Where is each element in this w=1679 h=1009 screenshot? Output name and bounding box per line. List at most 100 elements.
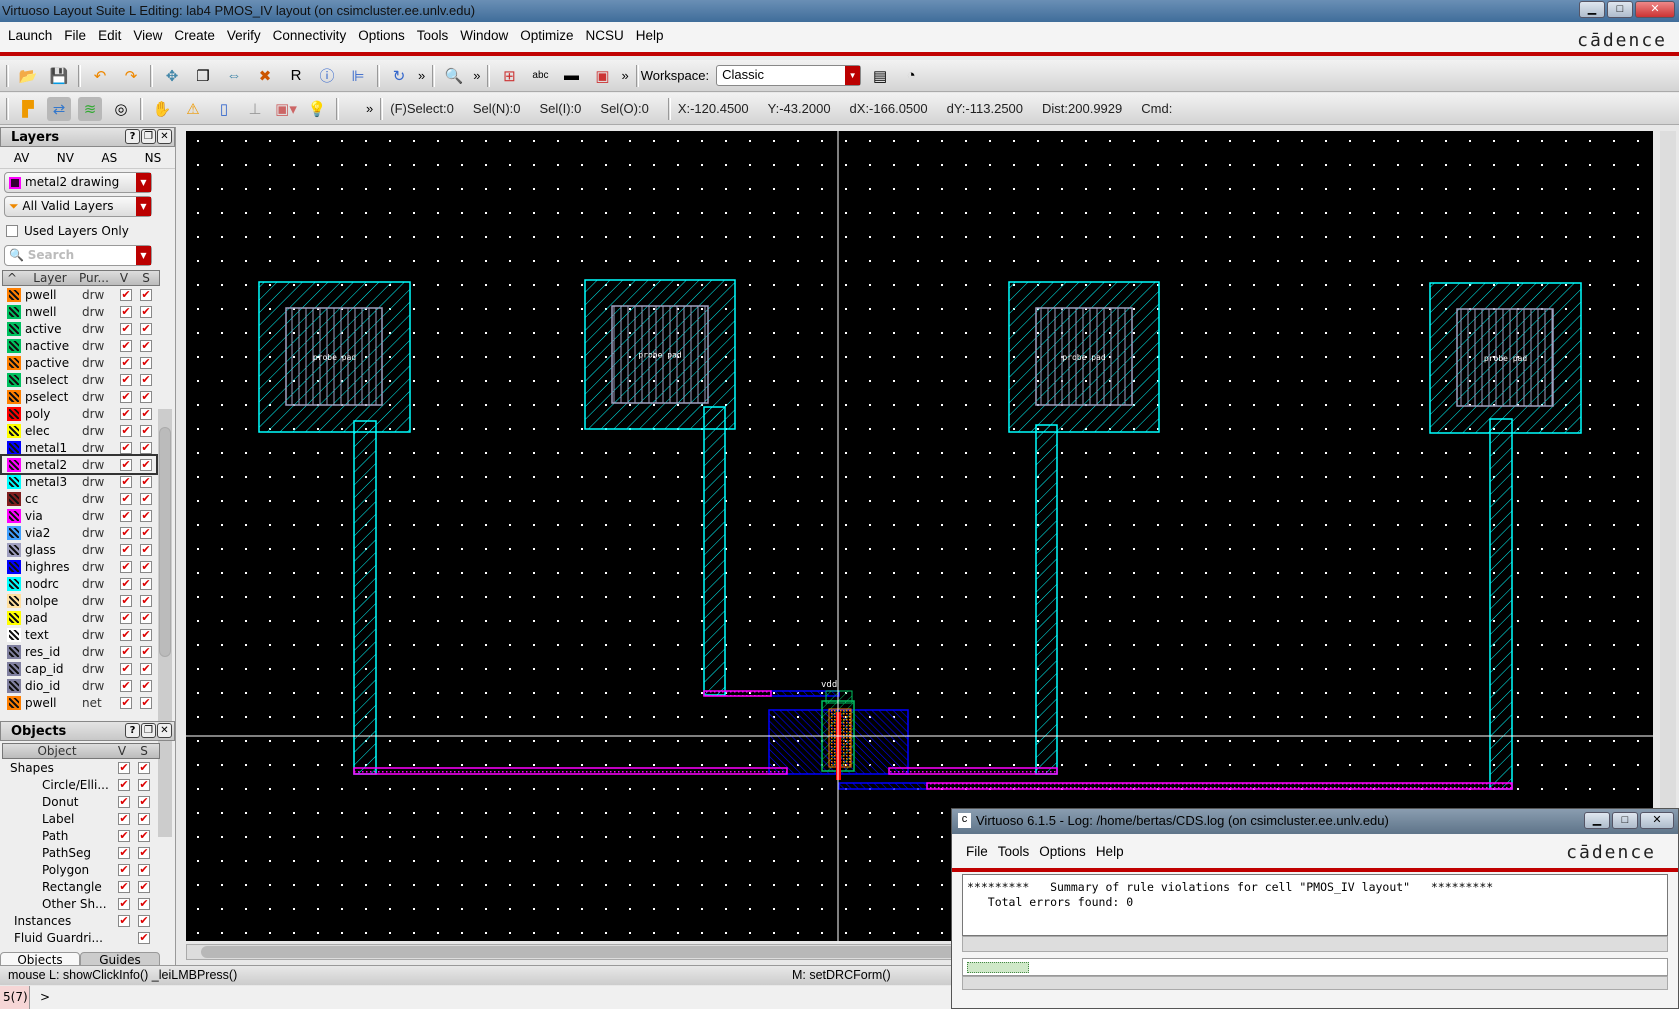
visible-checkbox[interactable]: ✔ <box>120 458 132 471</box>
probe-pad[interactable]: probe pad <box>1008 281 1160 433</box>
visible-checkbox[interactable]: ✔ <box>120 322 132 335</box>
column-purpose[interactable]: Pur... <box>79 271 113 285</box>
layer-row-metal1[interactable]: metal1 drw ✔ ✔ <box>2 439 156 456</box>
object-row[interactable]: Rectangle ✔ ✔ <box>2 878 156 895</box>
selectable-checkbox[interactable]: ✔ <box>140 560 152 573</box>
log-menu-options[interactable]: Options <box>1039 844 1086 859</box>
layer-row-dio_id[interactable]: dio_id drw ✔ ✔ <box>2 677 156 694</box>
copy-icon[interactable]: ❐ <box>191 64 215 88</box>
selectable-checkbox[interactable]: ✔ <box>140 458 152 471</box>
selectable-checkbox[interactable]: ✔ <box>138 897 150 910</box>
object-row[interactable]: Path ✔ ✔ <box>2 827 156 844</box>
visible-checkbox[interactable]: ✔ <box>120 441 132 454</box>
probe-icon[interactable]: ▬ <box>559 64 583 88</box>
undo-icon[interactable]: ↶ <box>88 64 112 88</box>
more-button[interactable]: » <box>366 101 373 116</box>
column-selectable[interactable]: S <box>135 271 157 285</box>
visible-checkbox[interactable]: ✔ <box>118 897 130 910</box>
selectable-checkbox[interactable]: ✔ <box>140 679 152 692</box>
visible-checkbox[interactable]: ✔ <box>118 846 130 859</box>
selectable-checkbox[interactable]: ✔ <box>140 322 152 335</box>
visible-checkbox[interactable]: ✔ <box>118 812 130 825</box>
visible-checkbox[interactable]: ✔ <box>118 880 130 893</box>
layer-row-elec[interactable]: elec drw ✔ ✔ <box>2 422 156 439</box>
visible-checkbox[interactable]: ✔ <box>120 679 132 692</box>
visible-checkbox[interactable]: ✔ <box>120 407 132 420</box>
visible-checkbox[interactable]: ✔ <box>120 373 132 386</box>
column-object[interactable]: Object <box>3 744 111 758</box>
visible-checkbox[interactable]: ✔ <box>120 645 132 658</box>
probe-pad[interactable]: probe pad <box>258 281 411 433</box>
selectable-checkbox[interactable]: ✔ <box>140 492 152 505</box>
stretch-icon[interactable]: ⇔ <box>222 64 246 88</box>
minimize-button[interactable]: ▁ <box>1579 1 1605 18</box>
selectable-checkbox[interactable]: ✔ <box>140 611 152 624</box>
object-row[interactable]: Donut ✔ ✔ <box>2 793 156 810</box>
stop-icon[interactable]: ✋ <box>150 97 174 121</box>
column-layer[interactable]: Layer <box>21 271 79 285</box>
selectable-checkbox[interactable]: ✔ <box>140 696 152 709</box>
workspace-select[interactable]: Classic ▼ <box>716 65 862 86</box>
delete-workspace-icon[interactable]: ◔ <box>899 64 923 88</box>
close-icon[interactable]: ✕ <box>157 723 172 738</box>
layer-search-input[interactable]: 🔍 Search ▼ <box>4 245 152 266</box>
close-button[interactable]: ✕ <box>1635 1 1675 18</box>
menu-view[interactable]: View <box>133 28 162 43</box>
selectable-checkbox[interactable]: ✔ <box>140 594 152 607</box>
log-input-scrollbar[interactable] <box>962 976 1668 990</box>
highlight-icon[interactable]: ▣▾ <box>274 97 298 121</box>
selectable-checkbox[interactable]: ✔ <box>140 662 152 675</box>
layer-row-nselect[interactable]: nselect drw ✔ ✔ <box>2 371 156 388</box>
object-row[interactable]: Polygon ✔ ✔ <box>2 861 156 878</box>
visible-checkbox[interactable]: ✔ <box>120 543 132 556</box>
label-icon[interactable]: abc <box>528 64 552 88</box>
object-row[interactable]: Shapes ✔ ✔ <box>2 759 156 776</box>
selectable-checkbox[interactable]: ✔ <box>138 761 150 774</box>
selectable-checkbox[interactable]: ✔ <box>138 778 150 791</box>
layer-row-poly[interactable]: poly drw ✔ ✔ <box>2 405 156 422</box>
visible-checkbox[interactable]: ✔ <box>120 526 132 539</box>
selectable-checkbox[interactable]: ✔ <box>140 424 152 437</box>
layer-row-pactive[interactable]: pactive drw ✔ ✔ <box>2 354 156 371</box>
visible-checkbox[interactable]: ✔ <box>118 914 130 927</box>
visible-checkbox[interactable]: ✔ <box>120 424 132 437</box>
visible-checkbox[interactable]: ✔ <box>120 509 132 522</box>
align-icon[interactable]: ⊫ <box>346 64 370 88</box>
tab-nv[interactable]: NV <box>57 151 74 165</box>
layer-row-pwell[interactable]: pwell drw ✔ ✔ <box>2 286 156 303</box>
help-icon[interactable]: ? <box>125 723 140 738</box>
visible-checkbox[interactable]: ✔ <box>120 492 132 505</box>
tab-as[interactable]: AS <box>101 151 117 165</box>
visible-checkbox[interactable]: ✔ <box>120 390 132 403</box>
ruler-icon[interactable]: ⊥ <box>243 97 267 121</box>
visible-checkbox[interactable]: ✔ <box>120 560 132 573</box>
layer-row-cap_id[interactable]: cap_id drw ✔ ✔ <box>2 660 156 677</box>
visible-checkbox[interactable]: ✔ <box>120 356 132 369</box>
log-input[interactable] <box>962 958 1668 976</box>
warning-icon[interactable]: ⚠ <box>181 97 205 121</box>
layer-row-text[interactable]: text drw ✔ ✔ <box>2 626 156 643</box>
selectable-checkbox[interactable]: ✔ <box>140 441 152 454</box>
selectable-checkbox[interactable]: ✔ <box>140 407 152 420</box>
save-icon[interactable]: 💾 <box>47 64 71 88</box>
redo-icon[interactable]: ↷ <box>119 64 143 88</box>
selectable-checkbox[interactable]: ✔ <box>138 863 150 876</box>
visible-checkbox[interactable]: ✔ <box>120 305 132 318</box>
stack-icon[interactable]: ≋ <box>78 96 102 121</box>
delete-icon[interactable]: ✖ <box>253 64 277 88</box>
lightbulb-icon[interactable]: 💡 <box>305 97 329 121</box>
log-menu-file[interactable]: File <box>966 844 988 859</box>
layer-row-glass[interactable]: glass drw ✔ ✔ <box>2 541 156 558</box>
selectable-checkbox[interactable]: ✔ <box>140 339 152 352</box>
visible-checkbox[interactable]: ✔ <box>120 339 132 352</box>
help-icon[interactable]: ? <box>125 129 140 144</box>
column-visible[interactable]: V <box>111 744 133 758</box>
selectable-checkbox[interactable]: ✔ <box>140 577 152 590</box>
menu-options[interactable]: Options <box>358 28 405 43</box>
visible-checkbox[interactable]: ✔ <box>120 696 132 709</box>
refresh-icon[interactable]: ↻ <box>387 64 411 88</box>
menu-tools[interactable]: Tools <box>417 28 449 43</box>
visible-checkbox[interactable]: ✔ <box>120 288 132 301</box>
menu-ncsu[interactable]: NCSU <box>586 28 624 43</box>
object-row[interactable]: Fluid Guardri...✔✔ <box>2 929 156 946</box>
